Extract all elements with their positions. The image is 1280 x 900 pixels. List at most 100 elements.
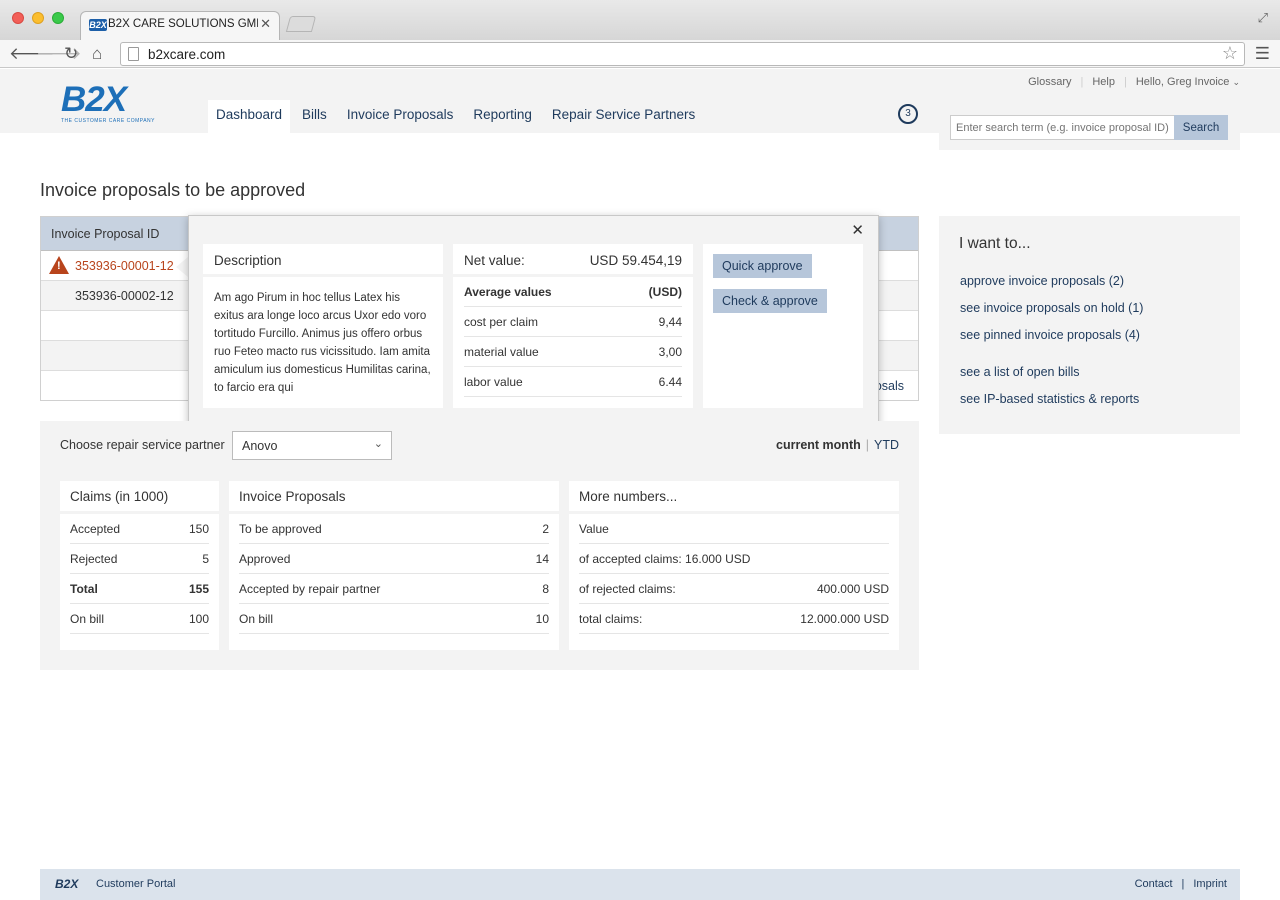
- proposals-on-hold-link[interactable]: see invoice proposals on hold (1): [960, 301, 1143, 315]
- card-body: Accepted 150 Rejected 5 Total 155 On bill 10…: [60, 514, 219, 650]
- partner-label: Choose repair service partner: [60, 438, 225, 452]
- top-links: Glossary | Help | Hello, Greg Invoice ⌄: [1028, 76, 1240, 88]
- invoice-proposals-card: Invoice Proposals To be approved 2 Approv…: [229, 481, 559, 650]
- all-proposals-link[interactable]: osals: [875, 379, 904, 393]
- star-icon[interactable]: ☆: [1222, 43, 1238, 64]
- proposal-popover: ✕ Description Am ago Pirum in hoc tellus…: [188, 215, 879, 429]
- period-ytd[interactable]: YTD: [874, 438, 899, 452]
- proposal-id[interactable]: 353936-00002-12: [75, 289, 174, 303]
- average-values-unit: (USD): [648, 284, 682, 299]
- user-greeting: Hello, Greg Invoice: [1135, 76, 1230, 88]
- reload-icon[interactable]: ↻: [64, 44, 78, 64]
- stat-row: Accepted by repair partner 8: [239, 574, 549, 604]
- stat-label: To be approved: [239, 521, 322, 536]
- net-value: USD 59.454,19: [589, 253, 682, 268]
- stat-value: 10: [535, 611, 549, 626]
- popover-arrow: [176, 257, 188, 277]
- browser-toolbar: 🡐 🡒 ↻ ⌂ b2xcare.com ☆ ☰: [0, 40, 1280, 68]
- stat-label: Total: [70, 581, 98, 596]
- average-row-value: 3,00: [658, 344, 682, 359]
- search-input[interactable]: [950, 115, 1175, 140]
- separator: |: [1123, 76, 1127, 88]
- stat-row: total claims: 12.000.000 USD: [579, 604, 889, 634]
- nav-reporting[interactable]: Reporting: [465, 100, 540, 133]
- stat-label: On bill: [239, 611, 274, 626]
- help-link[interactable]: Help: [1092, 76, 1115, 88]
- stat-label: of accepted claims: 16.000 USD: [579, 551, 751, 566]
- proposal-id-link[interactable]: 353936-00001-12: [75, 259, 174, 273]
- window-close-button[interactable]: [12, 12, 24, 24]
- stat-value: 150: [188, 521, 209, 536]
- claims-card: Claims (in 1000) Accepted 150 Rejected 5 T…: [60, 481, 219, 650]
- actions-panel: Quick approve Check & approve: [703, 244, 863, 408]
- stat-label: Rejected: [70, 551, 118, 566]
- period-current-month[interactable]: current month: [776, 438, 861, 452]
- average-values-header: Average values (USD): [464, 277, 682, 307]
- new-tab-button[interactable]: [285, 16, 317, 32]
- description-panel: Description Am ago Pirum in hoc tellus L…: [203, 244, 443, 408]
- average-row-value: 6.44: [658, 374, 682, 389]
- statistics-section: Choose repair service partner Anovo ⌄ cu…: [40, 421, 919, 670]
- footer-logo[interactable]: B2X: [55, 877, 78, 891]
- stat-value: 8: [542, 581, 549, 596]
- site-logo[interactable]: B2X THE CUSTOMER CARE COMPANY: [61, 82, 155, 124]
- window-minimize-button[interactable]: [32, 12, 44, 24]
- close-icon[interactable]: ✕: [260, 16, 271, 32]
- check-approve-button[interactable]: Check & approve: [713, 289, 827, 313]
- notification-badge[interactable]: 3: [898, 104, 918, 124]
- expand-icon[interactable]: ⤢: [1258, 10, 1268, 26]
- page-footer: B2X Customer Portal Contact | Imprint: [40, 869, 1240, 900]
- stat-row-total: Total 155: [70, 574, 209, 604]
- separator: |: [1080, 76, 1084, 88]
- footer-links: Contact | Imprint: [1135, 878, 1227, 890]
- partner-select[interactable]: Anovo ⌄: [232, 431, 392, 460]
- window-zoom-button[interactable]: [52, 12, 64, 24]
- url-text[interactable]: b2xcare.com: [148, 47, 225, 62]
- card-title: Claims (in 1000): [60, 481, 219, 511]
- nav-dashboard[interactable]: Dashboard: [208, 100, 291, 133]
- stat-label: Approved: [239, 551, 291, 566]
- card-title: More numbers...: [569, 481, 899, 511]
- chevron-down-icon: ⌄: [373, 438, 383, 450]
- panel-title: I want to...: [959, 235, 1031, 252]
- menu-icon[interactable]: ☰: [1255, 44, 1270, 64]
- close-icon[interactable]: ✕: [851, 221, 864, 239]
- home-icon[interactable]: ⌂: [92, 44, 102, 64]
- net-value-row: Net value: USD 59.454,19: [453, 244, 693, 277]
- contact-link[interactable]: Contact: [1135, 878, 1173, 890]
- user-menu[interactable]: Hello, Greg Invoice ⌄: [1136, 76, 1240, 88]
- chevron-down-icon: ⌄: [1232, 77, 1240, 87]
- open-bills-link[interactable]: see a list of open bills: [960, 365, 1080, 379]
- stat-label: Value: [579, 521, 609, 536]
- stat-value: 5: [202, 551, 209, 566]
- separator: |: [865, 438, 869, 452]
- warning-icon: [49, 256, 69, 274]
- browser-tab[interactable]: B2X B2X CARE SOLUTIONS GMBH ✕: [80, 11, 280, 40]
- nav-invoice-proposals[interactable]: Invoice Proposals: [339, 100, 462, 133]
- period-toggle: current month | YTD: [776, 438, 899, 452]
- imprint-link[interactable]: Imprint: [1193, 878, 1227, 890]
- pinned-proposals-link[interactable]: see pinned invoice proposals (4): [960, 328, 1140, 342]
- average-row: labor value 6.44: [464, 367, 682, 397]
- tab-title: B2X CARE SOLUTIONS GMBH: [108, 18, 258, 30]
- main-nav: Dashboard Bills Invoice Proposals Report…: [208, 100, 707, 133]
- partner-select-value: Anovo: [242, 439, 278, 453]
- stat-row: On bill 100: [70, 604, 209, 634]
- description-text: Am ago Pirum in hoc tellus Latex his exi…: [214, 292, 431, 394]
- nav-bills[interactable]: Bills: [294, 100, 335, 133]
- search-button[interactable]: Search: [1174, 115, 1228, 140]
- stat-value: 400.000 USD: [816, 581, 889, 596]
- statistics-reports-link[interactable]: see IP-based statistics & reports: [960, 392, 1139, 406]
- card-body: To be approved 2 Approved 14 Accepted by r…: [229, 514, 559, 650]
- glossary-link[interactable]: Glossary: [1028, 76, 1071, 88]
- address-bar[interactable]: b2xcare.com ☆: [120, 42, 1245, 66]
- approve-proposals-link[interactable]: approve invoice proposals (2): [960, 274, 1124, 288]
- quick-approve-button[interactable]: Quick approve: [713, 254, 812, 278]
- page-title: Invoice proposals to be approved: [40, 180, 306, 200]
- logo-tagline: THE CUSTOMER CARE COMPANY: [61, 118, 155, 124]
- stat-value: 12.000.000 USD: [800, 611, 889, 626]
- stat-label: Accepted: [70, 521, 121, 536]
- stat-label: of rejected claims:: [579, 581, 676, 596]
- nav-repair-service-partners[interactable]: Repair Service Partners: [544, 100, 703, 133]
- page-icon: [128, 47, 139, 61]
